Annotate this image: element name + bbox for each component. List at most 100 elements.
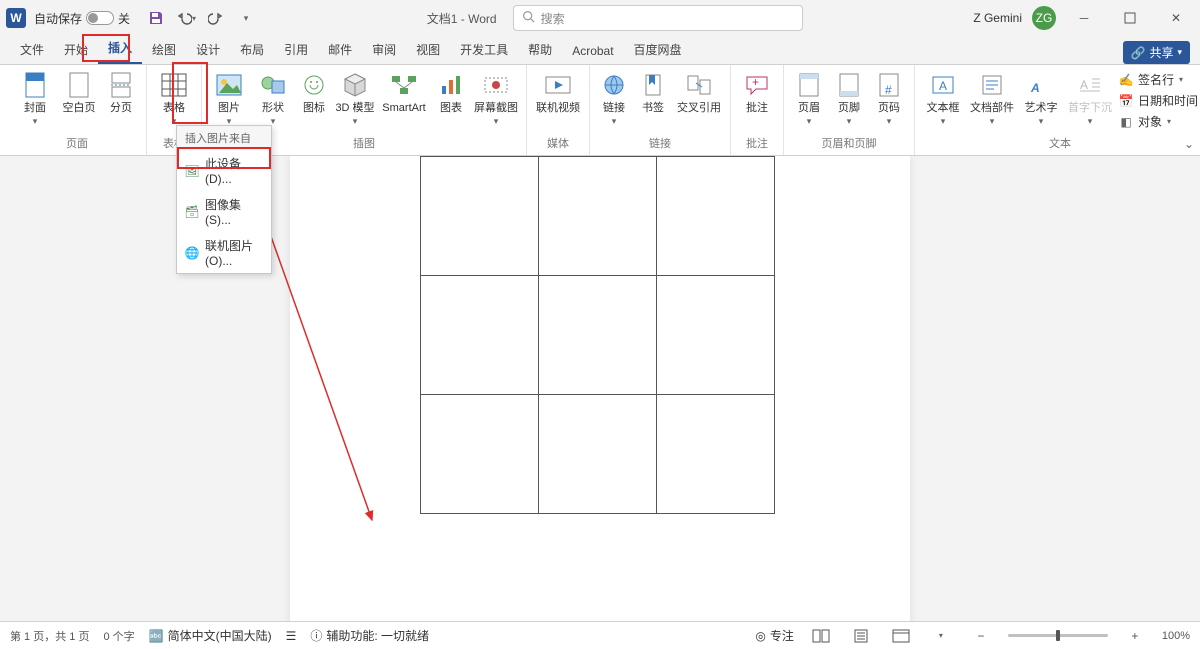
user-avatar[interactable]: ZG [1032,6,1056,30]
page-indicator[interactable]: 第 1 页，共 1 页 [10,628,89,644]
share-button[interactable]: 🔗 共享 ▾ [1123,41,1191,64]
screenshot-button[interactable]: 屏幕截图▾ [472,69,520,129]
table-button[interactable]: 表格▾ [153,69,195,129]
title-bar: W 自动保存 关 ▾ ▾ 文档1 - Word 搜索 Z Gemini ZG ─… [0,0,1200,36]
chevron-down-icon: ▾ [807,116,812,127]
tab-references[interactable]: 引用 [274,37,318,64]
chevron-down-icon: ▾ [494,116,499,127]
header-button[interactable]: 页眉▾ [790,69,828,129]
tab-insert[interactable]: 插入 [98,35,142,64]
header-icon [795,71,823,99]
page-number-button[interactable]: #页码▾ [870,69,908,129]
blank-page-button[interactable]: 空白页 [58,69,100,117]
insert-stock-images-item[interactable]: 🗃图像集(S)... [177,191,271,232]
signature-line-button[interactable]: ✍签名行▾ [1119,71,1197,88]
autosave-toggle[interactable]: 自动保存 关 [34,10,130,27]
read-mode-button[interactable] [808,626,834,646]
tab-developer[interactable]: 开发工具 [450,37,518,64]
chevron-down-icon: ▾ [612,116,617,127]
maximize-button[interactable] [1112,4,1148,32]
bookmark-button[interactable]: 书签 [634,69,672,117]
search-input[interactable]: 搜索 [513,5,803,31]
zoom-level[interactable]: 100% [1162,630,1190,642]
chevron-down-icon: ▾ [1088,116,1093,127]
document-table[interactable] [420,156,775,514]
tab-mailings[interactable]: 邮件 [318,37,362,64]
group-label: 链接 [649,133,671,153]
undo-icon[interactable]: ▾ [176,8,196,28]
group-comments: +批注 批注 [731,65,784,155]
zoom-out-button[interactable]: − [968,626,994,646]
collapse-ribbon-icon[interactable]: ⌄ [1184,137,1194,151]
web-layout-button[interactable] [888,626,914,646]
icons-button[interactable]: 图标 [296,69,332,117]
redo-icon[interactable] [206,8,226,28]
crossref-icon [685,71,713,99]
shapes-button[interactable]: 形状▾ [252,69,294,129]
zoom-controls[interactable]: ▾ [928,626,954,646]
insert-from-device-item[interactable]: 🖼此设备(D)... [177,150,271,191]
language-indicator[interactable]: 🔤简体中文(中国大陆) [149,627,272,644]
3d-models-button[interactable]: 3D 模型▾ [334,69,376,129]
insert-online-pictures-item[interactable]: 🌐联机图片(O)... [177,232,271,273]
zoom-in-button[interactable]: + [1122,626,1148,646]
cover-page-icon [21,71,49,99]
cross-reference-button[interactable]: 交叉引用 [674,69,724,117]
page-break-button[interactable]: 分页 [102,69,140,117]
tab-file[interactable]: 文件 [10,37,54,64]
document-page[interactable] [290,156,910,621]
autosave-state: 关 [118,10,130,27]
object-button[interactable]: ◧对象▾ [1119,113,1197,130]
picture-button[interactable]: 图片▾ [208,69,250,129]
drop-cap-button[interactable]: A首字下沉▾ [1065,69,1115,129]
focus-mode-button[interactable]: ◎专注 [755,627,794,644]
online-icon: 🌐 [185,246,199,260]
close-button[interactable]: ✕ [1158,4,1194,32]
toggle-off-icon[interactable] [86,11,114,25]
group-label: 媒体 [547,133,569,153]
tab-help[interactable]: 帮助 [518,37,562,64]
quick-parts-button[interactable]: 文档部件▾ [967,69,1017,129]
document-title: 文档1 - Word [427,10,497,27]
textbox-button[interactable]: A文本框▾ [921,69,965,129]
save-icon[interactable] [146,8,166,28]
word-count[interactable]: 0 个字 [103,628,134,644]
tab-review[interactable]: 审阅 [362,37,406,64]
chevron-down-icon: ▾ [1039,116,1044,127]
comment-button[interactable]: +批注 [737,69,777,117]
smartart-button[interactable]: SmartArt [378,69,430,117]
minimize-button[interactable]: ─ [1066,4,1102,32]
focus-icon: ◎ [755,629,765,643]
group-links: 链接▾ 书签 交叉引用 链接 [590,65,731,155]
cover-page-button[interactable]: 封面▾ [14,69,56,129]
tab-baidu[interactable]: 百度网盘 [624,37,692,64]
tab-draw[interactable]: 绘图 [142,37,186,64]
menu-tab-bar: 文件 开始 插入 绘图 设计 布局 引用 邮件 审阅 视图 开发工具 帮助 Ac… [0,36,1200,64]
tab-home[interactable]: 开始 [54,37,98,64]
chart-button[interactable]: 图表 [432,69,470,117]
language-icon: 🔤 [149,629,164,643]
text-predictions[interactable]: ☰ [286,629,297,643]
wordart-button[interactable]: A艺术字▾ [1019,69,1063,129]
tab-design[interactable]: 设计 [186,37,230,64]
tab-layout[interactable]: 布局 [230,37,274,64]
user-name[interactable]: Z Gemini [973,11,1022,25]
hyperlink-button[interactable]: 链接▾ [596,69,632,129]
dropdown-header: 插入图片来自 [177,126,271,150]
tab-view[interactable]: 视图 [406,37,450,64]
footer-button[interactable]: 页脚▾ [830,69,868,129]
online-video-button[interactable]: 联机视频 [533,69,583,117]
accessibility-indicator[interactable]: ⓘ辅助功能: 一切就绪 [310,627,429,644]
print-layout-button[interactable] [848,626,874,646]
cube-icon [341,71,369,99]
group-label: 页面 [66,133,88,153]
group-text: A文本框▾ 文档部件▾ A艺术字▾ A首字下沉▾ ✍签名行▾ 📅日期和时间 ◧对… [915,65,1200,155]
blank-page-icon [65,71,93,99]
zoom-slider[interactable] [1008,634,1108,637]
tab-acrobat[interactable]: Acrobat [562,40,623,64]
comment-icon: + [743,71,771,99]
qat-customize-icon[interactable]: ▾ [236,8,256,28]
dropcap-icon: A [1076,71,1104,99]
date-time-button[interactable]: 📅日期和时间 [1119,92,1197,109]
picture-source-menu: 插入图片来自 🖼此设备(D)... 🗃图像集(S)... 🌐联机图片(O)... [176,125,272,274]
